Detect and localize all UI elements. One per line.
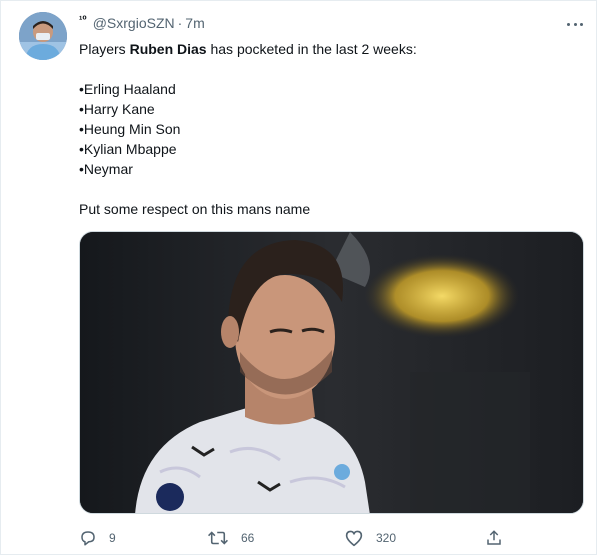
list-item: •Heung Min Son xyxy=(79,121,181,137)
more-options-button[interactable] xyxy=(563,15,587,33)
tweet-photo[interactable] xyxy=(79,231,584,514)
reply-icon xyxy=(81,531,95,546)
share-button[interactable] xyxy=(485,526,515,550)
tweet-closing: Put some respect on this mans name xyxy=(79,201,311,217)
retweet-button[interactable]: 66 xyxy=(207,526,254,550)
retweet-count: 66 xyxy=(241,531,255,545)
list-item: •Kylian Mbappe xyxy=(79,141,177,157)
retweet-icon xyxy=(208,531,228,545)
avatar[interactable] xyxy=(19,12,67,60)
background-light xyxy=(364,254,520,338)
heart-icon xyxy=(345,530,363,547)
share-icon xyxy=(487,530,501,545)
display-name[interactable]: ¹⁰ xyxy=(79,15,87,26)
like-button[interactable]: 320 xyxy=(344,526,396,550)
timestamp[interactable]: 7m xyxy=(185,15,204,31)
reply-button[interactable]: 9 xyxy=(79,526,116,550)
list-item: •Erling Haaland xyxy=(79,81,176,97)
separator: · xyxy=(177,15,183,31)
list-item: •Harry Kane xyxy=(79,101,155,117)
tweet-intro: Players Ruben Dias has pocketed in the l… xyxy=(79,41,417,57)
tweet-header: ¹⁰ @SxrgioSZN · 7m xyxy=(79,15,205,32)
tweet-text: Players Ruben Dias has pocketed in the l… xyxy=(79,39,579,219)
like-count: 320 xyxy=(376,531,397,545)
list-item: •Neymar xyxy=(79,161,133,177)
more-horizontal-icon xyxy=(567,22,570,26)
tweet-card[interactable]: ¹⁰ @SxrgioSZN · 7m Players Ruben Dias ha… xyxy=(0,0,597,555)
tweet-actions: 9 66 320 xyxy=(79,526,584,550)
reply-count: 9 xyxy=(109,531,116,545)
mention-bold: Ruben Dias xyxy=(129,41,207,57)
user-handle[interactable]: @SxrgioSZN xyxy=(93,15,175,31)
